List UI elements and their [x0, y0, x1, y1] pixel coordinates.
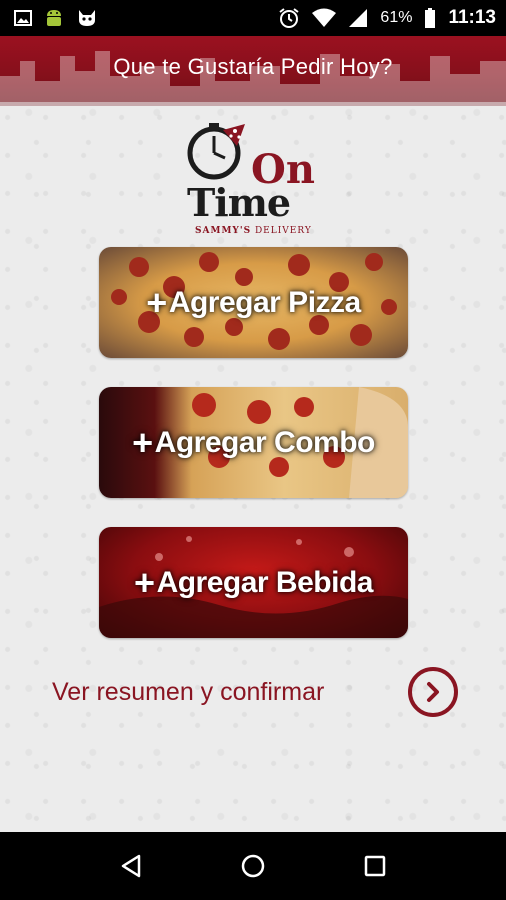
add-combo-label: + Agregar Combo — [99, 387, 408, 498]
clock: 11:13 — [448, 7, 496, 28]
app-header: Que te Gustaría Pedir Hoy? — [0, 36, 506, 106]
review-and-confirm-text: Ver resumen y confirmar — [52, 677, 325, 706]
status-bar-left — [14, 7, 98, 29]
signal-icon — [348, 8, 368, 28]
add-drink-button[interactable]: + Agregar Bebida — [99, 527, 408, 638]
review-and-confirm-link[interactable]: Ver resumen y confirmar — [52, 667, 458, 717]
image-icon — [14, 10, 32, 26]
add-pizza-text: Agregar Pizza — [168, 285, 361, 319]
add-drink-label: + Agregar Bebida — [99, 527, 408, 638]
status-bar-right: 61% 11:13 — [278, 7, 496, 29]
battery-level: 61% — [380, 9, 413, 26]
plus-icon: + — [146, 281, 167, 323]
back-icon[interactable] — [101, 836, 161, 896]
android-icon — [44, 7, 64, 29]
recents-icon[interactable] — [345, 836, 405, 896]
alarm-icon — [278, 7, 300, 29]
plus-icon: + — [132, 421, 153, 463]
logo-time-text: Time — [187, 180, 291, 225]
wifi-icon — [312, 8, 337, 28]
add-pizza-button[interactable]: + Agregar Pizza — [99, 247, 408, 358]
clock-pizza-icon — [187, 120, 249, 187]
logo-subtitle-rest: DELIVERY — [251, 226, 312, 236]
home-icon[interactable] — [223, 836, 283, 896]
add-pizza-label: + Agregar Pizza — [99, 247, 408, 358]
chevron-right-icon[interactable] — [408, 667, 458, 717]
logo-subtitle-brand: SAMMY'S — [195, 226, 252, 236]
cat-icon — [76, 8, 98, 28]
app-screen: 61% 11:13 Que te Gustaría Pedir Hoy? On … — [0, 0, 506, 900]
page-title: Que te Gustaría Pedir Hoy? — [113, 54, 393, 79]
on-time-logo: On Time SAMMY'S DELIVERY — [185, 120, 325, 236]
logo-subtitle: SAMMY'S DELIVERY — [195, 226, 312, 236]
system-nav-bar — [0, 832, 506, 900]
plus-icon: + — [134, 561, 155, 603]
add-combo-text: Agregar Combo — [154, 425, 376, 459]
main-content: On Time SAMMY'S DELIVERY + Agregar Pizza… — [0, 106, 506, 832]
add-combo-button[interactable]: + Agregar Combo — [99, 387, 408, 498]
battery-icon — [424, 8, 436, 28]
add-drink-text: Agregar Bebida — [156, 565, 374, 599]
status-bar: 61% 11:13 — [0, 0, 506, 36]
